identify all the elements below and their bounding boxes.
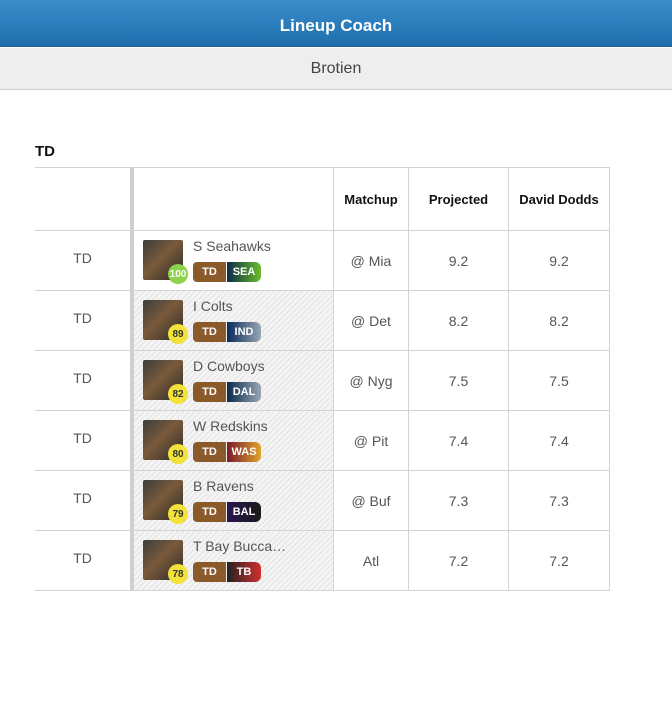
position-tag: TD (193, 382, 226, 402)
matchup-cell: @ Mia (334, 231, 409, 290)
table-header-row: Matchup Projected David Dodds (35, 167, 610, 231)
team-tag: BAL (227, 502, 261, 522)
header-projected[interactable]: Projected (409, 168, 509, 230)
player-name[interactable]: I Colts (193, 298, 233, 314)
table-row[interactable]: TD 79 B Ravens TD BAL @ Buf 7.3 7.3 (35, 471, 610, 531)
player-score-badge: 78 (168, 564, 188, 584)
player-name[interactable]: S Seahawks (193, 238, 271, 254)
team-tag: DAL (227, 382, 261, 402)
lineup-table: Matchup Projected David Dodds TD 100 S S… (35, 167, 610, 591)
header-player (134, 168, 334, 230)
matchup-cell: @ Buf (334, 471, 409, 530)
position-tag: TD (193, 442, 226, 462)
projected-cell: 9.2 (409, 231, 509, 290)
expert-cell: 8.2 (509, 291, 610, 350)
table-row[interactable]: TD 100 S Seahawks TD SEA @ Mia 9.2 9.2 (35, 231, 610, 291)
team-header: Brotien (0, 48, 672, 90)
player-cell[interactable]: 100 S Seahawks TD SEA (134, 231, 334, 290)
team-tag: TB (227, 562, 261, 582)
matchup-cell: Atl (334, 531, 409, 590)
app-title: Lineup Coach (279, 15, 393, 35)
player-score-badge: 79 (168, 504, 188, 524)
header-matchup[interactable]: Matchup (334, 168, 409, 230)
player-cell[interactable]: 79 B Ravens TD BAL (134, 471, 334, 530)
team-name: Brotien (310, 59, 362, 77)
team-tag: IND (227, 322, 261, 342)
header-position (35, 168, 130, 230)
row-position: TD (73, 429, 92, 446)
player-name[interactable]: W Redskins (193, 418, 268, 434)
player-cell[interactable]: 78 T Bay Bucca… TD TB (134, 531, 334, 590)
position-tag: TD (193, 262, 226, 282)
table-row[interactable]: TD 80 W Redskins TD WAS @ Pit 7.4 7.4 (35, 411, 610, 471)
position-tag: TD (193, 562, 226, 582)
top-bar: Lineup Coach (0, 0, 672, 47)
player-cell[interactable]: 82 D Cowboys TD DAL (134, 351, 334, 410)
player-score-badge: 100 (168, 264, 188, 284)
projected-cell: 7.5 (409, 351, 509, 410)
table-row[interactable]: TD 89 I Colts TD IND @ Det 8.2 8.2 (35, 291, 610, 351)
header-expert[interactable]: David Dodds (509, 168, 610, 230)
projected-cell: 8.2 (409, 291, 509, 350)
matchup-cell: @ Det (334, 291, 409, 350)
table-row[interactable]: TD 78 T Bay Bucca… TD TB Atl 7.2 7.2 (35, 531, 610, 591)
row-position: TD (73, 249, 92, 266)
section-title: TD (35, 143, 55, 160)
player-name[interactable]: D Cowboys (193, 358, 265, 374)
projected-cell: 7.4 (409, 411, 509, 470)
table-row[interactable]: TD 82 D Cowboys TD DAL @ Nyg 7.5 7.5 (35, 351, 610, 411)
expert-cell: 9.2 (509, 231, 610, 290)
player-name[interactable]: T Bay Bucca… (193, 538, 286, 554)
expert-cell: 7.4 (509, 411, 610, 470)
row-position: TD (73, 489, 92, 506)
row-position: TD (73, 369, 92, 386)
expert-cell: 7.3 (509, 471, 610, 530)
position-tag: TD (193, 322, 226, 342)
row-position: TD (73, 549, 92, 566)
matchup-cell: @ Nyg (334, 351, 409, 410)
player-score-badge: 82 (168, 384, 188, 404)
player-score-badge: 80 (168, 444, 188, 464)
expert-cell: 7.5 (509, 351, 610, 410)
projected-cell: 7.3 (409, 471, 509, 530)
team-tag: WAS (227, 442, 261, 462)
player-cell[interactable]: 89 I Colts TD IND (134, 291, 334, 350)
projected-cell: 7.2 (409, 531, 509, 590)
expert-cell: 7.2 (509, 531, 610, 590)
row-position: TD (73, 309, 92, 326)
position-tag: TD (193, 502, 226, 522)
matchup-cell: @ Pit (334, 411, 409, 470)
player-score-badge: 89 (168, 324, 188, 344)
team-tag: SEA (227, 262, 261, 282)
player-cell[interactable]: 80 W Redskins TD WAS (134, 411, 334, 470)
player-name[interactable]: B Ravens (193, 478, 254, 494)
